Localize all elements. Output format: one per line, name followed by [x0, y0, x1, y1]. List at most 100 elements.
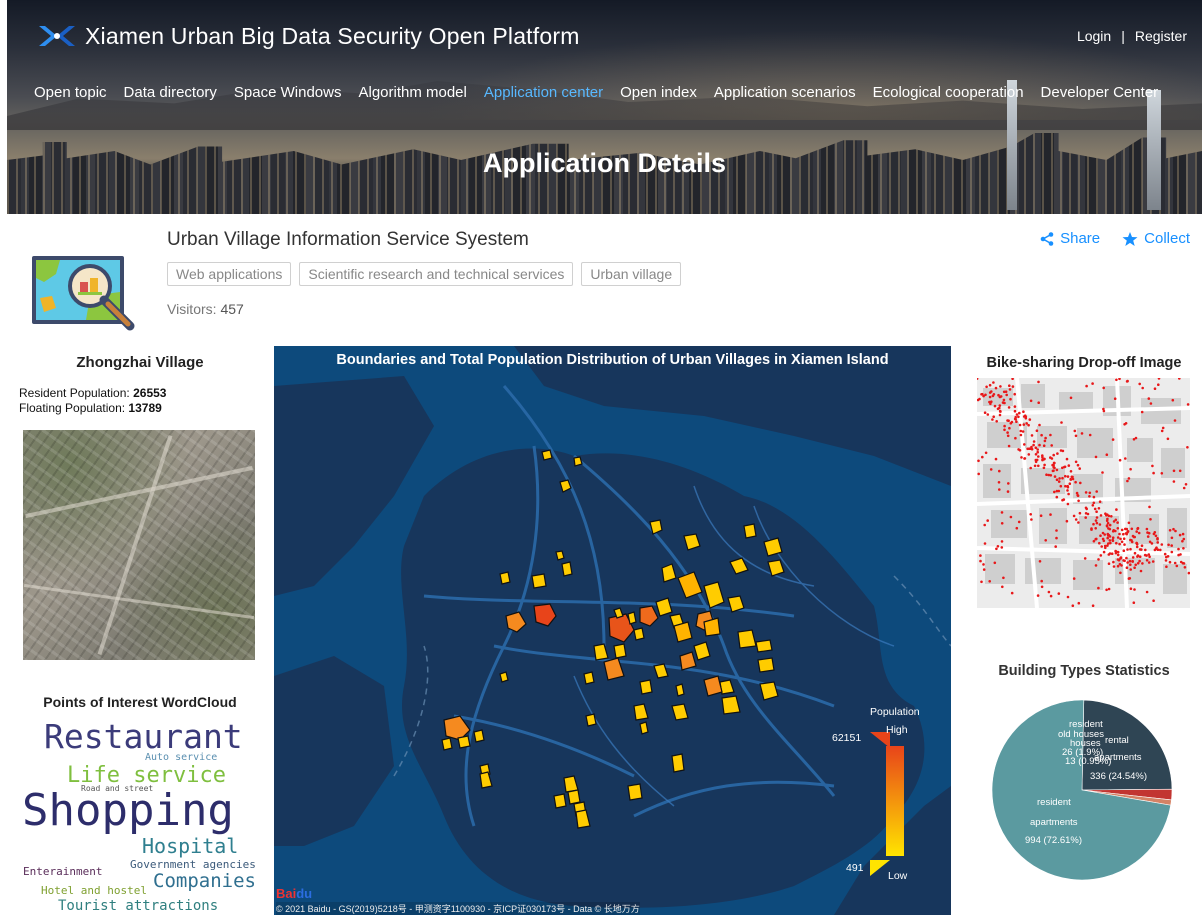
baidu-logo[interactable]: Baidu: [276, 886, 312, 901]
bike-dropoff-point: [1065, 457, 1069, 461]
bike-dropoff-point: [1102, 386, 1105, 390]
nav-algorithm-model[interactable]: Algorithm model: [358, 84, 466, 101]
bike-dropoff-point: [999, 410, 1002, 413]
bike-dropoff-point: [1125, 380, 1129, 383]
word-companies: Companies: [153, 870, 256, 892]
bike-dropoff-point: [1108, 539, 1112, 542]
bike-dropoff-point: [1098, 500, 1102, 503]
map-canvas: [274, 346, 951, 915]
register-link[interactable]: Register: [1135, 28, 1187, 44]
bike-dropoff-point: [1134, 436, 1138, 440]
bike-dropoff-point: [992, 381, 995, 384]
nav-application-center[interactable]: Application center: [484, 84, 603, 101]
bike-dropoff-point: [1126, 479, 1129, 483]
pie-label-resident-b: apartments: [1030, 817, 1078, 828]
bike-dropoff-point: [1157, 378, 1161, 380]
nav-application-scenarios[interactable]: Application scenarios: [714, 84, 856, 101]
nav-data-directory[interactable]: Data directory: [124, 84, 217, 101]
word-government-agencies: Government agencies: [130, 858, 256, 871]
bike-dropoff-point: [1069, 478, 1073, 481]
bike-dropoff-point: [1138, 559, 1141, 563]
bike-dropoff-point: [1055, 495, 1059, 499]
bike-dropoff-point: [1120, 528, 1124, 532]
bike-dropoff-point: [1075, 491, 1079, 495]
bike-dropoff-point: [1160, 543, 1164, 546]
brand-logo[interactable]: Xiamen Urban Big Data Security Open Plat…: [37, 22, 580, 50]
nav-open-index[interactable]: Open index: [620, 84, 697, 101]
bike-dropoff-point: [1023, 443, 1026, 446]
nav-open-topic[interactable]: Open topic: [34, 84, 107, 101]
bike-dropoff-point: [1021, 430, 1025, 433]
bike-dropoff-point: [1069, 470, 1073, 473]
nav-ecological-cooperation[interactable]: Ecological cooperation: [873, 84, 1024, 101]
bike-dropoff-point: [1095, 521, 1099, 525]
bike-dropoff-point: [1145, 559, 1149, 562]
bike-dropoff-point: [1154, 547, 1158, 550]
tag-web-applications[interactable]: Web applications: [167, 262, 292, 286]
bike-dropoff-point: [1119, 571, 1122, 575]
bike-dropoff-point: [1091, 504, 1095, 507]
bike-dropoff-point: [1170, 550, 1174, 554]
bike-dropoff-point: [982, 568, 986, 571]
word-enterainment: Enterainment: [23, 865, 103, 878]
population-map[interactable]: Boundaries and Total Population Distribu…: [274, 346, 951, 915]
star-icon: [1122, 231, 1138, 246]
share-button[interactable]: Share: [1040, 230, 1100, 247]
bike-dropoff-point: [1122, 549, 1126, 552]
tag-scientific-research[interactable]: Scientific research and technical servic…: [299, 262, 574, 286]
bike-dropoff-point: [1010, 591, 1014, 595]
bike-dropoff-point: [1064, 474, 1067, 478]
bike-dropoff-point: [1028, 418, 1032, 421]
bike-dropoff-point: [1122, 532, 1125, 536]
bike-dropoff-point: [1078, 467, 1081, 470]
login-link[interactable]: Login: [1077, 28, 1111, 44]
bike-dropoff-point: [1111, 438, 1115, 441]
bike-dropoff-point: [1131, 534, 1135, 538]
building-types-title: Building Types Statistics: [998, 663, 1170, 679]
bike-dropoff-point: [1095, 490, 1098, 493]
word-shopping: Shopping: [22, 785, 234, 836]
bike-dropoff-point: [1055, 529, 1058, 532]
bike-dropoff-point: [1007, 406, 1011, 409]
bike-dropoff-point: [1156, 541, 1159, 544]
bike-dropoff-point: [1011, 385, 1015, 388]
bike-dropoff-point: [1036, 448, 1039, 451]
visitors-label: Visitors:: [167, 301, 217, 317]
bike-dropoff-point: [1029, 466, 1032, 470]
bike-dropoff-point: [1134, 563, 1137, 567]
bike-dropoff-point: [1138, 382, 1141, 386]
bike-dropoff-point: [1186, 403, 1190, 406]
legend-high: High: [886, 724, 908, 736]
bike-dropoff-point: [1065, 519, 1069, 523]
bike-dropoff-point: [1116, 553, 1120, 557]
bike-dropoff-point: [1000, 546, 1004, 549]
tag-urban-village[interactable]: Urban village: [581, 262, 682, 286]
bike-dropoff-point: [1147, 531, 1151, 535]
bike-dropoff-point: [1168, 560, 1172, 564]
bike-dropoff-point: [1013, 392, 1016, 396]
legend-min: 491: [846, 862, 864, 874]
bike-dropoff-point: [1095, 537, 1098, 541]
bike-dropoff-point: [977, 459, 980, 463]
nav-space-windows[interactable]: Space Windows: [234, 84, 342, 101]
bike-dropoff-point: [1059, 484, 1063, 488]
pie-label-houses-b: 13 (0.95%): [1065, 756, 1112, 767]
bike-dropoff-point: [1145, 590, 1149, 594]
bike-dropoff-point: [984, 451, 988, 455]
bike-dropoff-point: [980, 393, 983, 396]
bike-dropoff-point: [1071, 604, 1075, 607]
header-banner: Xiamen Urban Big Data Security Open Plat…: [7, 0, 1202, 214]
bike-dropoff-point: [1091, 604, 1095, 607]
bike-dropoff-point: [1067, 464, 1071, 467]
bike-dropoff-point: [994, 386, 998, 390]
bike-dropoff-point: [1061, 449, 1065, 453]
bike-dropoff-point: [1038, 560, 1042, 563]
bike-dropoff-point: [988, 580, 991, 583]
bike-dropoff-point: [1116, 521, 1119, 524]
nav-developer-center[interactable]: Developer Center: [1041, 84, 1159, 101]
bike-dropoff-point: [1061, 498, 1064, 502]
bike-dropoff-point: [1061, 476, 1064, 480]
bike-dropoff-point: [1055, 536, 1058, 540]
bike-dropoff-point: [1056, 452, 1059, 455]
collect-button[interactable]: Collect: [1122, 230, 1190, 247]
